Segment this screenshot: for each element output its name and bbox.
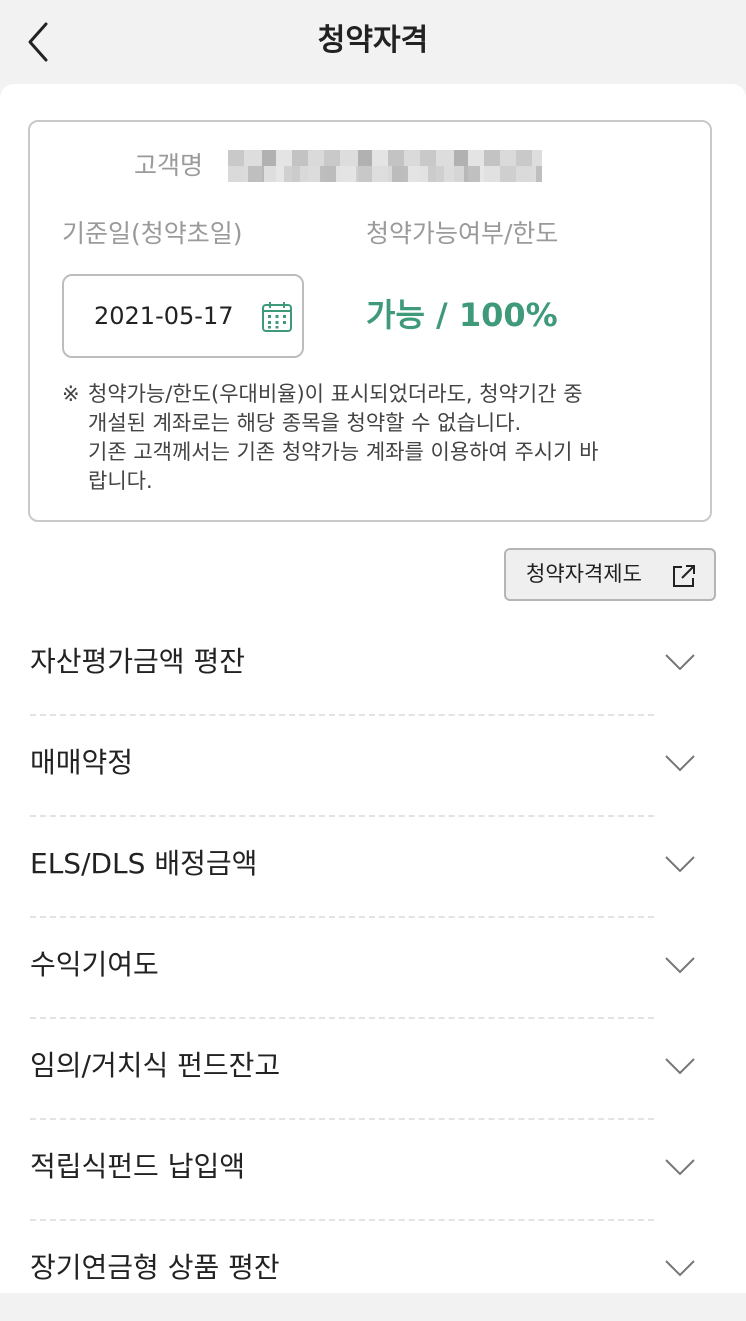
availability-label: 청약가능여부/한도 (366, 219, 559, 248)
accordion-label: 장기연금형 상품 평잔 (30, 1251, 280, 1284)
accordion-label: ELS/DLS 배정금액 (30, 847, 258, 880)
customer-name-label: 고객명 (134, 151, 204, 180)
accordion-item-fund-balance[interactable]: 임의/거치식 펀드잔고 (0, 1018, 746, 1120)
accordion-label: 자산평가금액 평잔 (30, 645, 245, 678)
accordion-item-els-dls[interactable]: ELS/DLS 배정금액 (0, 816, 746, 918)
page-title: 청약자격 (317, 23, 429, 58)
external-link-icon (673, 565, 695, 587)
accordion-item-asset-average[interactable]: 자산평가금액 평잔 (0, 614, 746, 716)
base-date-value: 2021-05-17 (94, 302, 234, 330)
chevron-down-icon (665, 957, 695, 974)
base-date-field[interactable]: 2021-05-17 (62, 274, 304, 358)
calendar-icon[interactable] (260, 300, 294, 334)
accordion-label: 수익기여도 (30, 948, 159, 981)
accordion-label: 임의/거치식 펀드잔고 (30, 1049, 281, 1082)
chevron-down-icon (665, 1159, 695, 1176)
accordion-item-trading-volume[interactable]: 매매약정 (0, 715, 746, 817)
chevron-down-icon (665, 755, 695, 772)
chevron-down-icon (665, 654, 695, 671)
subscription-policy-label: 청약자격제도 (526, 562, 642, 586)
chevron-down-icon (665, 1260, 695, 1277)
accordion-item-pension-product[interactable]: 장기연금형 상품 평잔 (0, 1220, 746, 1321)
chevron-down-icon (665, 856, 695, 873)
accordion-item-installment-fund[interactable]: 적립식펀드 납입액 (0, 1119, 746, 1221)
notice-mark: ※ (62, 382, 80, 406)
accordion-label: 매매약정 (30, 746, 134, 779)
base-date-label: 기준일(청약초일) (62, 219, 243, 248)
accordion-item-revenue-contribution[interactable]: 수익기여도 (0, 917, 746, 1019)
notice-text: 청약가능/한도(우대비율)이 표시되었더라도, 청약기간 중 개설된 계좌로는 … (88, 382, 599, 493)
availability-value: 가능 / 100% (366, 296, 558, 334)
notice: ※ 청약가능/한도(우대비율)이 표시되었더라도, 청약기간 중 개설된 계좌로… (62, 380, 682, 496)
customer-name-masked (228, 150, 542, 182)
main-content: 고객명 기준일(청약초일) 청약가능여부/한도 2021-05-17 가능 / … (0, 84, 746, 1293)
subscription-policy-button[interactable]: 청약자격제도 (504, 548, 716, 601)
back-button[interactable] (18, 18, 62, 66)
chevron-left-icon (28, 22, 48, 62)
app-header: 청약자격 (0, 0, 746, 84)
subscription-info-card: 고객명 기준일(청약초일) 청약가능여부/한도 2021-05-17 가능 / … (28, 120, 712, 522)
chevron-down-icon (665, 1058, 695, 1075)
accordion-label: 적립식펀드 납입액 (30, 1150, 245, 1183)
